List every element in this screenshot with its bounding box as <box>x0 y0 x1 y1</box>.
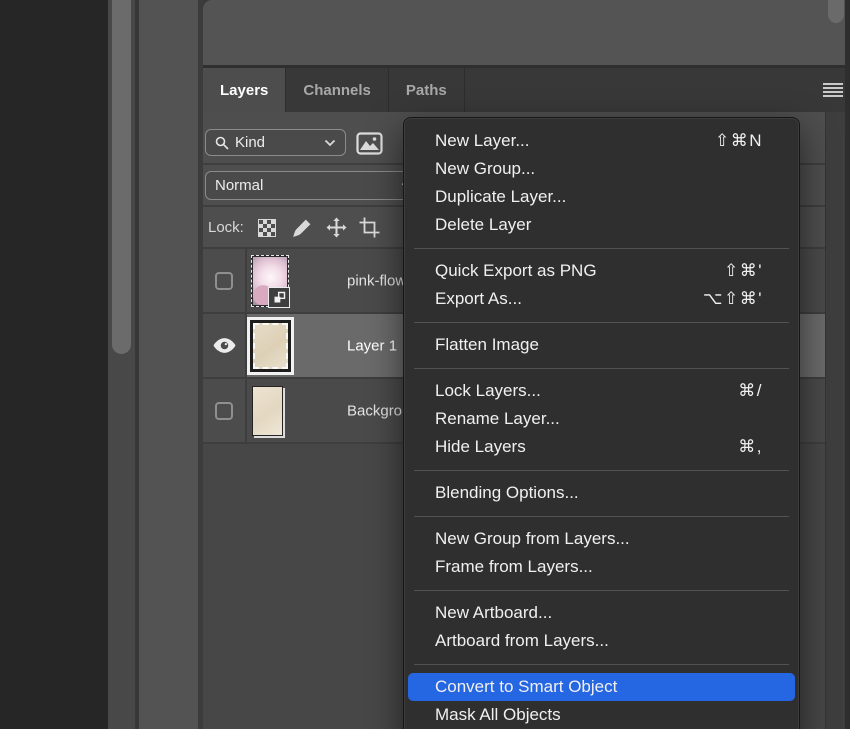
menu-separator <box>414 664 789 665</box>
menu-item-label: Artboard from Layers... <box>435 631 763 651</box>
menu-item-lock-layers[interactable]: Lock Layers...⌘/ <box>404 377 799 405</box>
tab-label: Layers <box>220 82 268 99</box>
menu-item-shortcut: ⇧⌘N <box>715 131 763 151</box>
menu-item-label: Frame from Layers... <box>435 557 763 577</box>
lock-artboard-button[interactable] <box>359 217 380 238</box>
document-scrollbar-track[interactable] <box>108 0 135 729</box>
panel-tabs: Layers Channels Paths <box>203 68 465 112</box>
brush-icon <box>292 218 312 238</box>
image-icon <box>356 132 383 155</box>
document-scrollbar-thumb[interactable] <box>112 0 131 354</box>
menu-item-label: Convert to Smart Object <box>435 677 763 697</box>
eye-icon <box>213 338 236 353</box>
filter-pixel-layers-button[interactable] <box>355 131 384 155</box>
menu-item-new-artboard[interactable]: New Artboard... <box>404 599 799 627</box>
tab-label: Paths <box>406 82 447 99</box>
layers-context-menu: New Layer...⇧⌘N New Group... Duplicate Lay… <box>403 117 800 729</box>
menu-separator <box>414 368 789 369</box>
artboard-icon <box>359 217 380 238</box>
checkerboard-icon <box>258 219 276 237</box>
layer-name: Layer 1 <box>347 337 397 354</box>
layer-thumbnail[interactable] <box>252 386 283 436</box>
menu-item-label: Rename Layer... <box>435 409 763 429</box>
tab-paths[interactable]: Paths <box>389 68 465 112</box>
tab-label: Channels <box>303 82 371 99</box>
menu-item-flatten-image[interactable]: Flatten Image <box>404 331 799 359</box>
tab-layers[interactable]: Layers <box>203 68 286 112</box>
menu-item-rename-layer[interactable]: Rename Layer... <box>404 405 799 433</box>
menu-item-label: New Artboard... <box>435 603 763 623</box>
visibility-toggle[interactable] <box>203 249 247 312</box>
menu-item-convert-to-smart-object[interactable]: Convert to Smart Object <box>408 673 795 701</box>
visibility-toggle[interactable] <box>203 379 247 442</box>
smart-object-badge-icon <box>268 287 290 308</box>
lock-position-button[interactable] <box>326 217 347 238</box>
lock-transparent-pixels-button[interactable] <box>256 217 277 238</box>
paper-image <box>253 323 288 369</box>
menu-item-new-group[interactable]: New Group... <box>404 155 799 183</box>
menu-item-label: Delete Layer <box>435 215 763 235</box>
tab-channels[interactable]: Channels <box>286 68 389 112</box>
menu-item-new-layer[interactable]: New Layer...⇧⌘N <box>404 127 799 155</box>
chevron-down-icon <box>324 139 336 147</box>
menu-item-quick-export-as-png[interactable]: Quick Export as PNG⇧⌘' <box>404 257 799 285</box>
menu-item-label: Lock Layers... <box>435 381 738 401</box>
menu-item-label: Mask All Objects <box>435 705 763 725</box>
menu-item-label: Quick Export as PNG <box>435 261 724 281</box>
photoshop-workspace-region: Layers Channels Paths Kind <box>0 0 850 729</box>
menu-separator <box>414 470 789 471</box>
panel-menu-icon[interactable] <box>823 83 843 97</box>
menu-item-label: Duplicate Layer... <box>435 187 763 207</box>
menu-item-export-as[interactable]: Export As...⌥⇧⌘' <box>404 285 799 313</box>
menu-item-artboard-from-layers[interactable]: Artboard from Layers... <box>404 627 799 655</box>
menu-item-new-group-from-layers[interactable]: New Group from Layers... <box>404 525 799 553</box>
menu-item-delete-layer[interactable]: Delete Layer <box>404 211 799 239</box>
dock-gutter <box>139 0 198 729</box>
menu-item-label: New Group... <box>435 159 763 179</box>
lock-image-pixels-button[interactable] <box>291 217 312 238</box>
menu-item-label: Flatten Image <box>435 335 763 355</box>
menu-item-duplicate-layer[interactable]: Duplicate Layer... <box>404 183 799 211</box>
canvas-area <box>0 0 108 729</box>
menu-separator <box>414 248 789 249</box>
blend-mode-value: Normal <box>215 177 263 194</box>
upper-panel-scrollbar-thumb[interactable] <box>828 0 844 23</box>
menu-item-label: New Group from Layers... <box>435 529 763 549</box>
menu-item-shortcut: ⌘/ <box>738 381 763 401</box>
menu-item-label: Blending Options... <box>435 483 763 503</box>
menu-separator <box>414 322 789 323</box>
lock-label: Lock: <box>208 207 244 247</box>
blend-mode-dropdown[interactable]: Normal <box>205 171 423 200</box>
upper-panel <box>203 0 850 68</box>
menu-item-hide-layers[interactable]: Hide Layers⌘, <box>404 433 799 461</box>
menu-separator <box>414 590 789 591</box>
panel-right-edge <box>845 0 850 729</box>
filter-kind-value: Kind <box>235 134 265 151</box>
panel-tab-bar: Layers Channels Paths <box>203 68 850 112</box>
menu-item-label: Export As... <box>435 289 703 309</box>
menu-item-label: New Layer... <box>435 131 715 151</box>
visibility-checkbox-empty <box>215 272 233 290</box>
panel-scroll-gutter[interactable] <box>825 112 845 729</box>
move-icon <box>326 217 347 238</box>
layer-thumbnail[interactable] <box>247 317 294 375</box>
menu-item-frame-from-layers[interactable]: Frame from Layers... <box>404 553 799 581</box>
filter-kind-dropdown[interactable]: Kind <box>205 129 346 156</box>
menu-item-label: Hide Layers <box>435 437 738 457</box>
visibility-checkbox-empty <box>215 402 233 420</box>
layer-thumbnail[interactable] <box>251 255 289 307</box>
menu-item-shortcut: ⌘, <box>738 437 763 457</box>
menu-item-mask-all-objects[interactable]: Mask All Objects <box>404 701 799 729</box>
search-icon <box>215 136 229 150</box>
visibility-toggle[interactable] <box>203 314 247 377</box>
menu-separator <box>414 516 789 517</box>
menu-item-blending-options[interactable]: Blending Options... <box>404 479 799 507</box>
menu-item-shortcut: ⇧⌘' <box>724 261 763 281</box>
menu-item-shortcut: ⌥⇧⌘' <box>703 289 763 309</box>
